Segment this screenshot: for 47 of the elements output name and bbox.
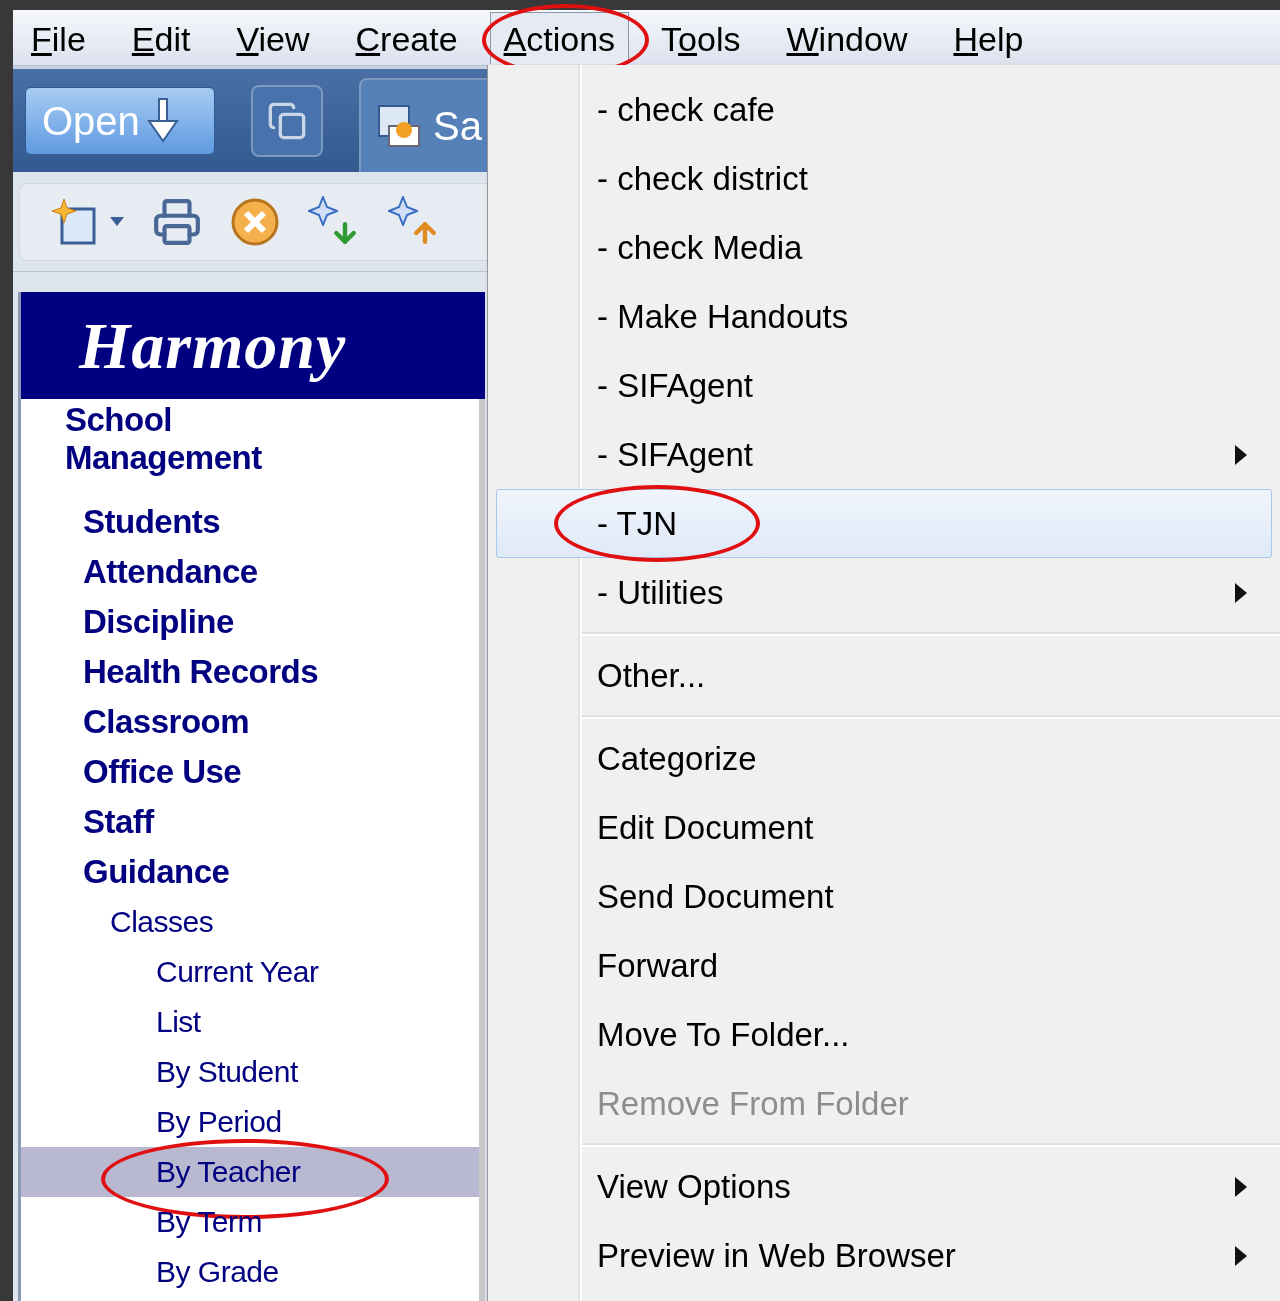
- menu-bar-item[interactable]: Actions: [489, 11, 630, 64]
- nav-item[interactable]: By Period: [21, 1097, 479, 1147]
- nav-item[interactable]: Current Year: [21, 947, 479, 997]
- menu-item[interactable]: Send Document: [496, 862, 1272, 931]
- nav-item[interactable]: By Teacher: [21, 1147, 479, 1197]
- nav-item[interactable]: Staff: [21, 797, 479, 847]
- menu-item[interactable]: - SIFAgent: [496, 420, 1272, 489]
- printer-icon[interactable]: [152, 196, 202, 247]
- nav-item[interactable]: Health Records: [21, 647, 479, 697]
- mail-icon: [375, 102, 423, 150]
- nav-item[interactable]: List: [21, 997, 479, 1047]
- nav-item[interactable]: Discipline: [21, 597, 479, 647]
- tab-label: Sa: [433, 103, 482, 150]
- delete-icon[interactable]: [230, 196, 280, 247]
- menu-item[interactable]: - TJN: [496, 489, 1272, 558]
- menu-item[interactable]: Other...: [496, 641, 1272, 710]
- menu-bar-item[interactable]: Tools: [647, 11, 755, 64]
- nav-item[interactable]: Classroom: [21, 697, 479, 747]
- menu-bar-item[interactable]: Edit: [117, 11, 205, 64]
- nav-item[interactable]: Office Use: [21, 747, 479, 797]
- menu-bar-item[interactable]: View: [222, 11, 324, 64]
- menu-item[interactable]: View Options: [496, 1152, 1272, 1221]
- menu-item[interactable]: Edit Document: [496, 793, 1272, 862]
- menu-item[interactable]: Forward: [496, 931, 1272, 1000]
- nav-item[interactable]: Guidance: [21, 847, 479, 897]
- menu-bar-item[interactable]: Help: [939, 11, 1038, 64]
- nav-item[interactable]: Attendance: [21, 547, 479, 597]
- nav-item[interactable]: By Grade: [21, 1247, 479, 1297]
- window-button[interactable]: [251, 84, 323, 157]
- menu-item[interactable]: Categorize: [496, 724, 1272, 793]
- nav-item[interactable]: Students: [21, 497, 479, 547]
- menu-bar-item[interactable]: Create: [341, 11, 472, 64]
- menu-item[interactable]: - check Media: [496, 213, 1272, 282]
- menu-bar-item[interactable]: File: [17, 11, 100, 64]
- nav-item[interactable]: Classes: [21, 897, 479, 947]
- caret-icon[interactable]: [110, 216, 124, 227]
- menu-item[interactable]: Move To Folder...: [496, 1000, 1272, 1069]
- nav-item[interactable]: By Student: [21, 1047, 479, 1097]
- download-arrow-icon: [145, 96, 180, 145]
- menu-item[interactable]: - Make Handouts: [496, 282, 1272, 351]
- logo-text: Harmony: [79, 308, 347, 384]
- menu-item[interactable]: - Utilities: [496, 558, 1272, 627]
- menu-item[interactable]: Preview in Web Browser: [496, 1221, 1272, 1290]
- sidebar-title: School Management: [64, 400, 263, 477]
- menu-bar-item[interactable]: Window: [772, 11, 922, 64]
- menu-item[interactable]: - SIFAgent: [496, 351, 1272, 420]
- copy-icon: [267, 100, 307, 141]
